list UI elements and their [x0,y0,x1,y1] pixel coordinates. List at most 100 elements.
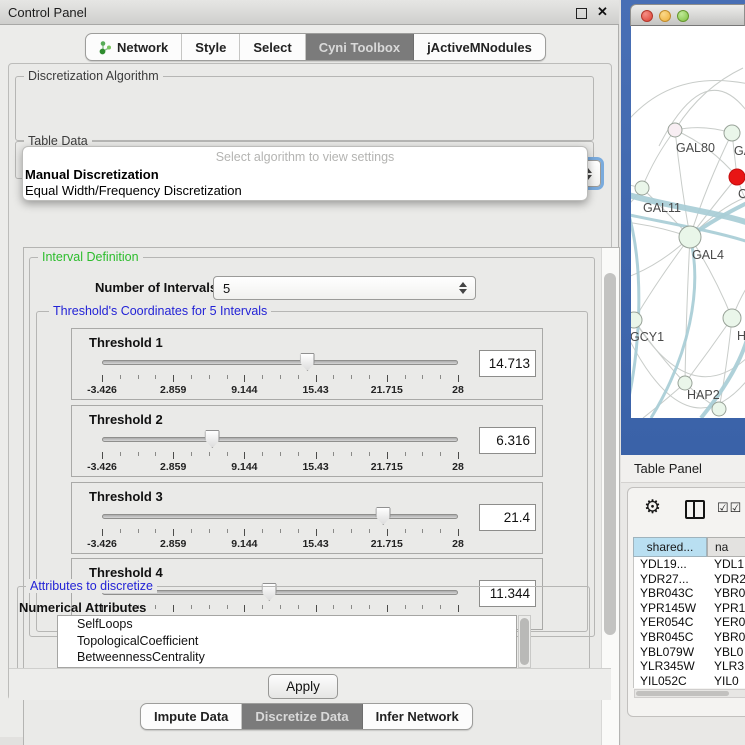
table-row[interactable]: YDR27... YDR2 [634,572,745,587]
cell-shared-name[interactable]: YBL079W [640,645,694,659]
cell-name[interactable]: YER0 [714,615,745,629]
scrollbar-thumb[interactable] [520,618,529,665]
column-header-name[interactable]: na [707,537,745,557]
threshold-4-label: Threshold 4 [89,565,163,580]
cell-shared-name[interactable]: YBR045C [640,630,693,644]
float-window-icon[interactable] [576,8,587,19]
tick-label: 28 [452,461,464,473]
cell-shared-name[interactable]: YIL052C [640,674,687,688]
tick-minor [405,529,406,533]
column-header-shared[interactable]: shared... [633,537,707,557]
attributes-list-scrollbar[interactable] [518,615,531,668]
split-columns-icon[interactable] [685,500,705,519]
tab-select[interactable]: Select [240,34,305,60]
algorithm-dropdown-popup: Select algorithm to view settings Manual… [22,146,588,201]
slider-track[interactable] [102,514,458,519]
slider-thumb[interactable] [376,507,391,525]
threshold-1-slider[interactable]: -3.4262.8599.14415.4321.71528 [102,353,458,393]
network-canvas[interactable]: GAL80 GA GAL11 C GAL4 GCY1 H HAP2 [631,26,745,418]
cell-shared-name[interactable]: YLR345W [640,659,695,673]
threshold-3-slider[interactable]: -3.4262.8599.14415.4321.71528 [102,507,458,547]
tab-discretize-data[interactable]: Discretize Data [242,704,362,729]
threshold-3-row: Threshold 3 -3.4262.8599.14415.4321.7152… [71,482,543,554]
cell-shared-name[interactable]: YBR043C [640,586,693,600]
table-row[interactable]: YPR145W YPR1 [634,601,745,616]
threshold-1-value-field[interactable]: 14.713 [479,350,536,377]
cell-name[interactable]: YPR1 [714,601,745,615]
node-label-partial-g: GA [734,144,745,158]
tick-minor [405,452,406,456]
table-row[interactable]: YER054C YER0 [634,615,745,630]
threshold-3-label: Threshold 3 [89,489,163,504]
number-of-intervals-combobox[interactable]: 5 [213,276,476,300]
table-horizontal-scrollbar[interactable] [634,689,745,698]
scrollbar-thumb[interactable] [604,273,616,635]
zoom-traffic-light-icon[interactable] [677,10,689,22]
attribute-list-item[interactable]: TopologicalCoefficient [58,633,516,650]
node-top-right[interactable] [724,125,740,141]
table-panel-body: ⚙ ☑☑ shared... na YDL19...YDL1YDR27...YD… [627,487,745,717]
node-label-gcy1: GCY1 [631,330,664,344]
tab-network[interactable]: Network [86,34,182,60]
node-right[interactable] [723,309,741,327]
table-row[interactable]: YDL19... YDL1 [634,557,745,572]
numerical-attributes-list[interactable]: SelfLoopsTopologicalCoefficientBetweenne… [57,615,517,668]
cell-name[interactable]: YDL1 [714,557,744,571]
algorithm-option-manual[interactable]: Manual Discretization [25,167,159,182]
cell-name[interactable]: YIL0 [714,674,739,688]
cell-shared-name[interactable]: YDR27... [640,572,689,586]
window-title: Control Panel [8,5,87,20]
table-row[interactable]: YBR043C YBR0 [634,586,745,601]
table-rows: YDL19...YDL1YDR27...YDR2YBR043CYBR0YPR14… [633,557,745,688]
node-selected-red[interactable] [729,169,745,185]
gear-icon[interactable]: ⚙ [644,496,661,519]
cell-name[interactable]: YLR3 [714,659,744,673]
threshold-2-value-field[interactable]: 6.316 [479,427,536,454]
tab-style[interactable]: Style [182,34,240,60]
slider-track[interactable] [102,437,458,442]
close-traffic-light-icon[interactable] [641,10,653,22]
cell-name[interactable]: YDR2 [714,572,745,586]
bottom-tab-bar: Impute Data Discretize Data Infer Networ… [140,703,473,730]
tab-jactivemnodules[interactable]: jActiveMNodules [414,34,545,60]
threshold-3-value-field[interactable]: 21.4 [479,504,536,531]
algorithm-option-equal-width[interactable]: Equal Width/Frequency Discretization [25,183,242,198]
node-gal11[interactable] [635,181,649,195]
node-gcy1[interactable] [631,312,642,328]
table-row[interactable]: YIL052C YIL0 [634,674,745,689]
attribute-list-item[interactable]: BetweennessCentrality [58,649,516,666]
tab-infer-network[interactable]: Infer Network [363,704,472,729]
node-gal80[interactable] [668,123,682,137]
slider-ticks [102,375,458,383]
cell-shared-name[interactable]: YDL19... [640,557,687,571]
table-row[interactable]: YBR045C YBR0 [634,630,745,645]
tick-label: 2.859 [160,538,186,550]
table-row[interactable]: YBL079W YBL0 [634,645,745,660]
tick-minor [422,452,423,456]
scrollbar-thumb[interactable] [636,691,729,696]
slider-thumb[interactable] [205,430,220,448]
cell-name[interactable]: YBR0 [714,630,745,644]
attribute-list-item[interactable]: SelfLoops [58,616,516,633]
tab-cyni-toolbox[interactable]: Cyni Toolbox [306,34,414,60]
close-icon[interactable]: ✕ [597,4,608,20]
network-icon [99,40,112,55]
slider-thumb[interactable] [300,353,315,371]
cell-shared-name[interactable]: YPR145W [640,601,696,615]
tick-minor [369,452,370,456]
tab-impute-data[interactable]: Impute Data [141,704,242,729]
cell-shared-name[interactable]: YER054C [640,615,693,629]
cell-name[interactable]: YBL0 [714,645,743,659]
checkbox-icons[interactable]: ☑☑ [717,500,742,516]
network-window-titlebar[interactable] [630,4,745,26]
slider-track[interactable] [102,360,458,365]
node-gal4[interactable] [679,226,701,248]
tick-minor [120,529,121,533]
node-bottom[interactable] [712,402,726,416]
apply-button[interactable]: Apply [268,674,338,699]
tick-major [244,375,245,382]
minimize-traffic-light-icon[interactable] [659,10,671,22]
table-row[interactable]: YLR345W YLR3 [634,659,745,674]
threshold-2-slider[interactable]: -3.4262.8599.14415.4321.71528 [102,430,458,470]
cell-name[interactable]: YBR0 [714,586,745,600]
